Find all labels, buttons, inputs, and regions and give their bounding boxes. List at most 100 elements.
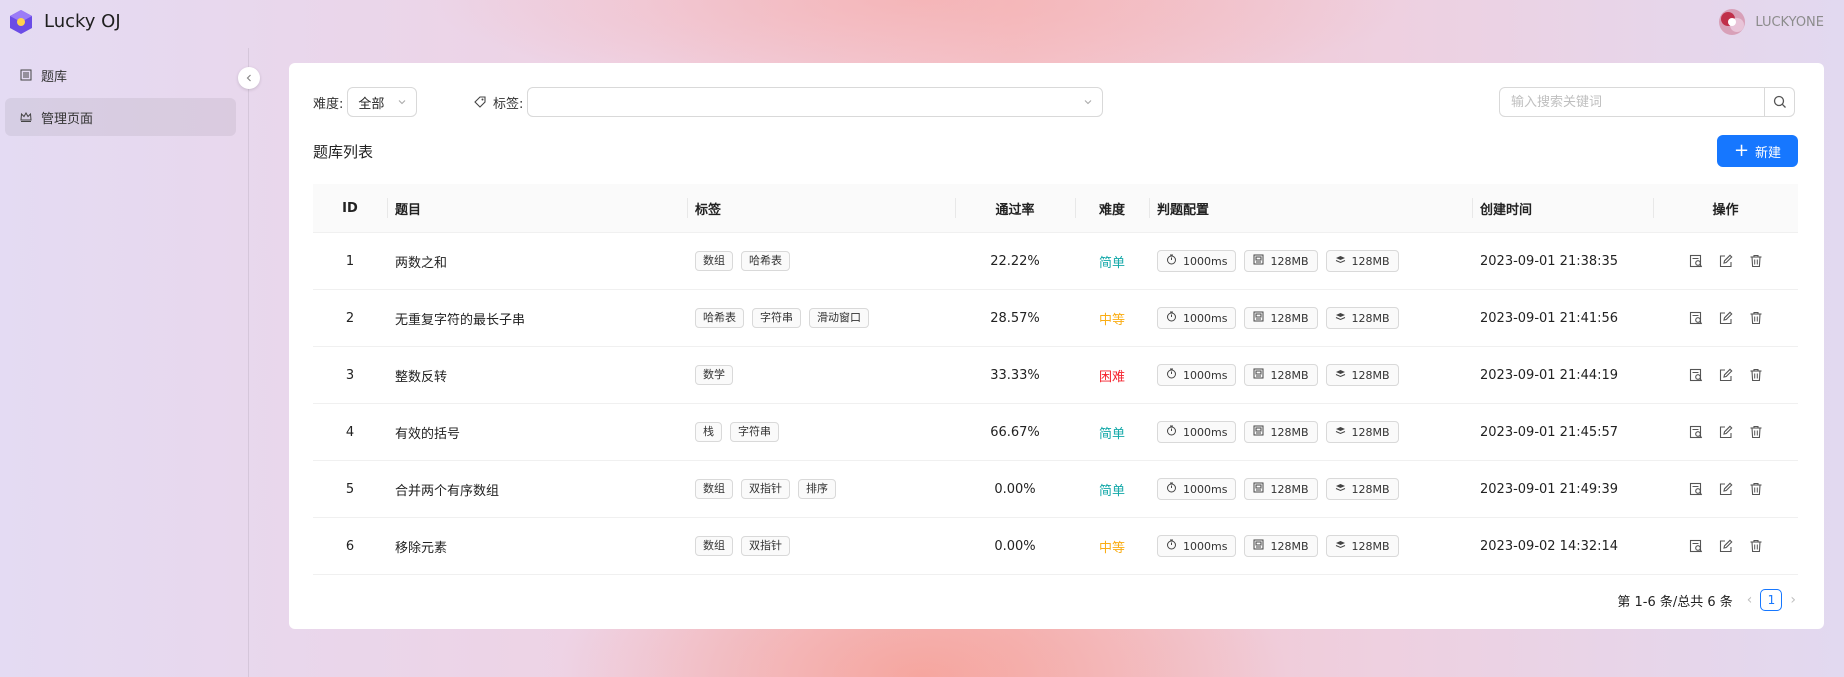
time-limit-badge: 1000ms bbox=[1157, 421, 1237, 443]
time-limit-badge: 1000ms bbox=[1157, 478, 1237, 500]
tag-badge: 排序 bbox=[798, 479, 836, 499]
time-limit-value: 1000ms bbox=[1183, 254, 1228, 268]
created-time: 2023-09-01 21:49:39 bbox=[1472, 460, 1653, 518]
pagination-summary: 第 1-6 条/总共 6 条 bbox=[1617, 594, 1733, 610]
chevron-left-icon bbox=[246, 74, 251, 82]
problem-title[interactable]: 整数反转 bbox=[387, 346, 687, 404]
difficulty-select[interactable]: 全部 bbox=[347, 87, 418, 117]
edit-icon[interactable] bbox=[1719, 311, 1733, 325]
problem-title[interactable]: 两数之和 bbox=[387, 232, 687, 290]
problem-id: 2 bbox=[313, 289, 387, 347]
view-icon[interactable] bbox=[1689, 254, 1703, 268]
time-limit-badge: 1000ms bbox=[1157, 364, 1237, 386]
pass-rate: 28.57% bbox=[955, 289, 1075, 347]
delete-icon[interactable] bbox=[1749, 425, 1763, 439]
timer-icon bbox=[1166, 539, 1183, 553]
timer-icon bbox=[1166, 311, 1183, 325]
problem-id: 4 bbox=[313, 403, 387, 461]
new-problem-button[interactable]: + 新建 bbox=[1717, 135, 1798, 167]
tag-badge: 数组 bbox=[695, 479, 733, 499]
plus-icon: + bbox=[1733, 140, 1750, 161]
view-icon[interactable] bbox=[1689, 368, 1703, 382]
memory-limit-value: 128MB bbox=[1270, 311, 1309, 325]
collapse-sidebar-button[interactable] bbox=[238, 67, 260, 89]
pass-rate: 33.33% bbox=[955, 346, 1075, 404]
view-icon[interactable] bbox=[1689, 482, 1703, 496]
row-actions bbox=[1653, 403, 1798, 461]
column-header-difficulty: 难度 bbox=[1075, 184, 1149, 233]
row-actions bbox=[1653, 289, 1798, 347]
problem-tags: 哈希表 字符串 滑动窗口 bbox=[687, 289, 955, 347]
row-actions bbox=[1653, 232, 1798, 290]
avatar[interactable] bbox=[1719, 9, 1746, 35]
time-limit-value: 1000ms bbox=[1183, 425, 1228, 439]
stack-limit-badge: 128MB bbox=[1325, 478, 1399, 500]
delete-icon[interactable] bbox=[1749, 368, 1763, 382]
stack-icon bbox=[1335, 539, 1352, 553]
app-title[interactable]: Lucky OJ bbox=[44, 10, 121, 34]
view-icon[interactable] bbox=[1689, 311, 1703, 325]
edit-icon[interactable] bbox=[1719, 368, 1733, 382]
time-limit-value: 1000ms bbox=[1183, 311, 1228, 325]
delete-icon[interactable] bbox=[1749, 482, 1763, 496]
timer-icon bbox=[1166, 254, 1183, 268]
problem-title[interactable]: 无重复字符的最长子串 bbox=[387, 289, 687, 347]
tag-badge: 双指针 bbox=[741, 479, 790, 499]
difficulty-label: 难度: bbox=[313, 96, 344, 112]
memory-limit-badge: 128MB bbox=[1244, 250, 1318, 272]
tag-badge: 数组 bbox=[695, 251, 733, 271]
tag-select[interactable] bbox=[527, 87, 1104, 117]
problem-list-card: 难度: 全部 标签: 题库列表 + 新建 ID 题目 标签 bbox=[289, 63, 1824, 629]
created-time: 2023-09-02 14:32:14 bbox=[1472, 517, 1653, 575]
judge-config: 1000ms 128MB 128MB bbox=[1149, 289, 1472, 347]
column-header-judge-config: 判题配置 bbox=[1149, 184, 1472, 233]
problem-title[interactable]: 有效的括号 bbox=[387, 403, 687, 461]
sidebar-item-label: 题库 bbox=[41, 69, 68, 85]
problem-title[interactable]: 移除元素 bbox=[387, 517, 687, 575]
memory-limit-value: 128MB bbox=[1270, 539, 1309, 553]
search-icon bbox=[1773, 95, 1786, 108]
memory-icon bbox=[1253, 254, 1270, 268]
prev-page-button[interactable]: ‹ bbox=[1747, 592, 1753, 608]
memory-limit-badge: 128MB bbox=[1244, 535, 1318, 557]
edit-icon[interactable] bbox=[1719, 482, 1733, 496]
column-header-id: ID bbox=[313, 184, 387, 233]
difficulty-badge: 简单 bbox=[1075, 460, 1149, 518]
sidebar-item-admin[interactable]: 管理页面 bbox=[5, 98, 236, 136]
difficulty-badge: 中等 bbox=[1075, 289, 1149, 347]
stack-limit-badge: 128MB bbox=[1325, 364, 1399, 386]
edit-icon[interactable] bbox=[1719, 425, 1733, 439]
sidebar-item-problems[interactable]: 题库 bbox=[5, 56, 236, 94]
view-icon[interactable] bbox=[1689, 539, 1703, 553]
view-icon[interactable] bbox=[1689, 425, 1703, 439]
problem-title[interactable]: 合并两个有序数组 bbox=[387, 460, 687, 518]
logo-icon[interactable] bbox=[8, 9, 34, 35]
tag-badge: 字符串 bbox=[730, 422, 779, 442]
delete-icon[interactable] bbox=[1749, 311, 1763, 325]
tag-badge: 字符串 bbox=[752, 308, 801, 328]
search-input[interactable] bbox=[1499, 87, 1766, 117]
table-header-row: ID 题目 标签 通过率 难度 判题配置 创建时间 操作 bbox=[313, 184, 1798, 233]
timer-icon bbox=[1166, 425, 1183, 439]
sidebar-item-label: 管理页面 bbox=[41, 111, 94, 127]
tag-badge: 栈 bbox=[695, 422, 722, 442]
user-menu[interactable]: LUCKYONE bbox=[1719, 9, 1824, 35]
tag-badge: 双指针 bbox=[741, 536, 790, 556]
judge-config: 1000ms 128MB 128MB bbox=[1149, 460, 1472, 518]
username[interactable]: LUCKYONE bbox=[1755, 15, 1824, 30]
stack-icon bbox=[1335, 482, 1352, 496]
tag-badge: 数学 bbox=[695, 365, 733, 385]
edit-icon[interactable] bbox=[1719, 254, 1733, 268]
edit-icon[interactable] bbox=[1719, 539, 1733, 553]
delete-icon[interactable] bbox=[1749, 539, 1763, 553]
crown-icon bbox=[20, 111, 32, 122]
table-row: 4 有效的括号栈字符串 66.67% 简单 1000ms 128MB 128MB 2023-0… bbox=[313, 403, 1798, 461]
next-page-button[interactable]: › bbox=[1790, 592, 1796, 608]
page-1-button[interactable]: 1 bbox=[1760, 589, 1783, 611]
time-limit-badge: 1000ms bbox=[1157, 307, 1237, 329]
delete-icon[interactable] bbox=[1749, 254, 1763, 268]
search-button[interactable] bbox=[1765, 87, 1795, 117]
problem-tags: 数组 哈希表 bbox=[687, 232, 955, 290]
time-limit-badge: 1000ms bbox=[1157, 535, 1237, 557]
row-actions bbox=[1653, 517, 1798, 575]
